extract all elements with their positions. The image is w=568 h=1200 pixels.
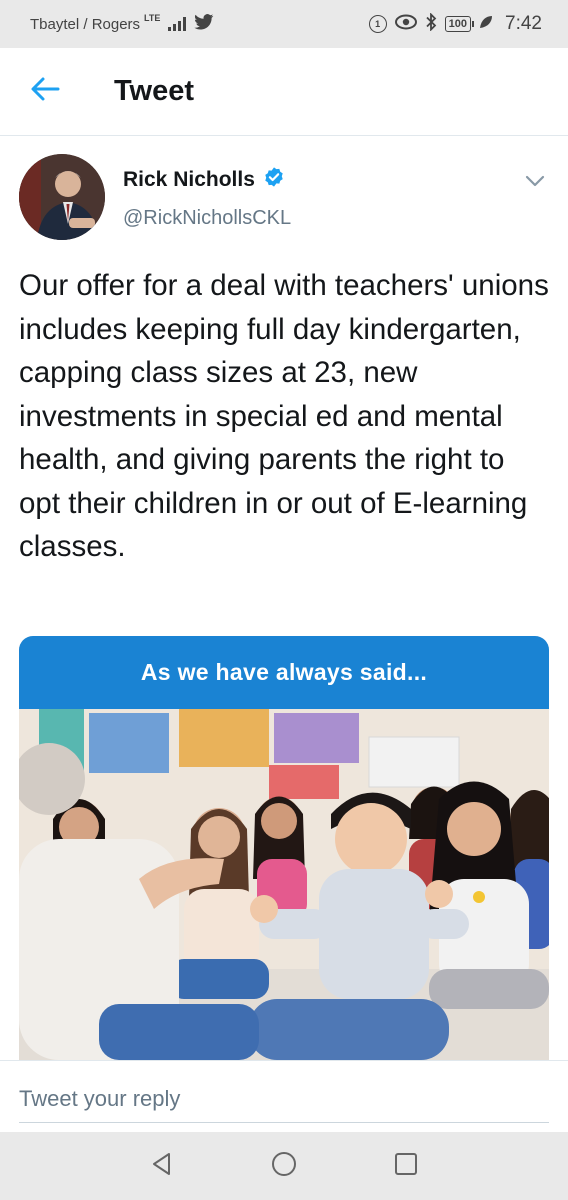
eye-icon [394, 14, 417, 34]
more-options-button[interactable] [522, 170, 548, 196]
battery-level: 100 [448, 18, 468, 30]
bluetooth-icon [425, 12, 437, 35]
author-name-label: Rick Nicholls [123, 168, 255, 191]
author-row: Rick Nicholls @RickNichollsCKL [0, 136, 568, 246]
signal-icon [168, 17, 187, 31]
nav-home-button[interactable] [264, 1146, 304, 1186]
nav-recents-button[interactable] [386, 1146, 426, 1186]
tweet-text: Our offer for a deal with teachers' unio… [19, 269, 549, 563]
page-title: Tweet [114, 75, 195, 107]
recents-square-icon [393, 1151, 419, 1182]
tweet: Rick Nicholls @RickNichollsCKL Our offer… [0, 136, 568, 563]
network-type: LTE [144, 13, 161, 23]
data-saver-icon: 1 [368, 15, 387, 33]
media-banner: As we have always said... [19, 636, 549, 709]
reply-bar [0, 1060, 568, 1132]
header: Tweet [0, 48, 568, 136]
arrow-left-icon [30, 76, 60, 107]
back-triangle-icon [149, 1151, 175, 1182]
avatar[interactable] [19, 154, 105, 240]
reply-input[interactable] [19, 1075, 549, 1123]
twitter-bird-icon [194, 14, 214, 34]
author-name[interactable]: Rick Nicholls [123, 166, 285, 194]
nav-back-button[interactable] [142, 1146, 182, 1186]
status-time: 7:42 [505, 13, 542, 34]
back-button[interactable] [0, 48, 90, 136]
author-handle[interactable]: @RickNichollsCKL [123, 207, 291, 230]
system-nav-bar [0, 1132, 568, 1200]
leaf-icon [479, 15, 493, 33]
classroom-photo [19, 709, 549, 1060]
tweet-media[interactable]: As we have always said... [19, 636, 549, 1060]
chevron-down-icon [525, 174, 545, 192]
verified-badge-icon [263, 166, 285, 194]
home-circle-icon [270, 1150, 298, 1183]
carrier-label: Tbaytel / Rogers [30, 15, 141, 33]
status-bar: Tbaytel / Rogers LTE 1 100 7:42 [0, 0, 568, 48]
battery-icon: 100 [444, 16, 475, 32]
